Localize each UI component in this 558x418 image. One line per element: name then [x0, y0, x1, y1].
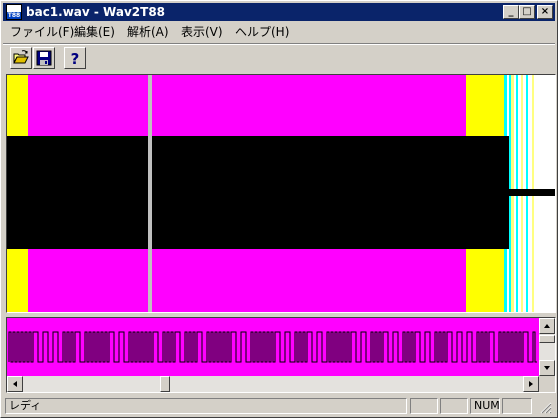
menu-analyze[interactable]: 解析(A) [127, 24, 169, 40]
waveform-detail[interactable] [6, 317, 556, 393]
size-grip-icon [540, 402, 552, 414]
open-button[interactable] [10, 47, 32, 69]
scroll-right-button[interactable] [523, 376, 539, 392]
window-title: bac1.wav - Wav2T88 [26, 5, 166, 19]
menu-bar: ファイル(F) 編集(E) 解析(A) 表示(V) ヘルプ(H) [3, 22, 555, 41]
title-bar[interactable]: T88 bac1.wav - Wav2T88 _ □ × [3, 3, 555, 21]
minimize-button[interactable]: _ [503, 5, 519, 19]
horizontal-scroll-thumb[interactable] [160, 376, 170, 392]
scroll-corner [539, 376, 555, 392]
menu-file[interactable]: ファイル(F) [10, 24, 74, 40]
vertical-scroll-thumb[interactable] [539, 335, 555, 343]
vertical-scrollbar[interactable] [539, 318, 555, 376]
waveform-overview[interactable] [6, 74, 556, 313]
playback-cursor[interactable] [148, 75, 152, 312]
signal-envelope [7, 136, 509, 249]
close-button[interactable]: × [537, 5, 553, 19]
scroll-left-button[interactable] [7, 376, 23, 392]
scroll-up-button[interactable] [539, 318, 555, 334]
arrow-up-icon [544, 324, 550, 328]
help-question-icon: ? [71, 50, 80, 68]
size-grip[interactable] [538, 400, 552, 414]
menu-help[interactable]: ヘルプ(H) [235, 24, 289, 40]
help-button[interactable]: ? [64, 47, 86, 69]
signal-tail [509, 189, 555, 196]
floppy-disk-icon [36, 50, 52, 66]
app-icon-label: T88 [7, 12, 21, 19]
menu-edit[interactable]: 編集(E) [74, 24, 115, 40]
maximize-button[interactable]: □ [519, 5, 535, 19]
open-folder-icon [13, 50, 29, 64]
arrow-left-icon [13, 381, 17, 387]
status-text: レディ [5, 398, 407, 414]
status-num-indicator: NUM [470, 398, 500, 414]
menu-view[interactable]: 表示(V) [181, 24, 223, 40]
waveform-overview-canvas[interactable] [7, 75, 555, 312]
app-icon[interactable]: T88 [6, 4, 22, 20]
status-panel-2 [440, 398, 468, 414]
arrow-down-icon [544, 366, 550, 370]
svg-text:?: ? [71, 50, 80, 68]
toolbar: ? [3, 43, 555, 72]
app-window: T88 bac1.wav - Wav2T88 _ □ × ファイル(F) 編集(… [0, 0, 558, 418]
save-button[interactable] [33, 47, 55, 69]
scroll-down-button[interactable] [539, 360, 555, 376]
status-bar: レディ NUM [3, 396, 555, 415]
horizontal-scrollbar[interactable] [7, 376, 539, 392]
arrow-right-icon [529, 381, 533, 387]
status-panel-1 [410, 398, 438, 414]
status-panel-4 [502, 398, 532, 414]
